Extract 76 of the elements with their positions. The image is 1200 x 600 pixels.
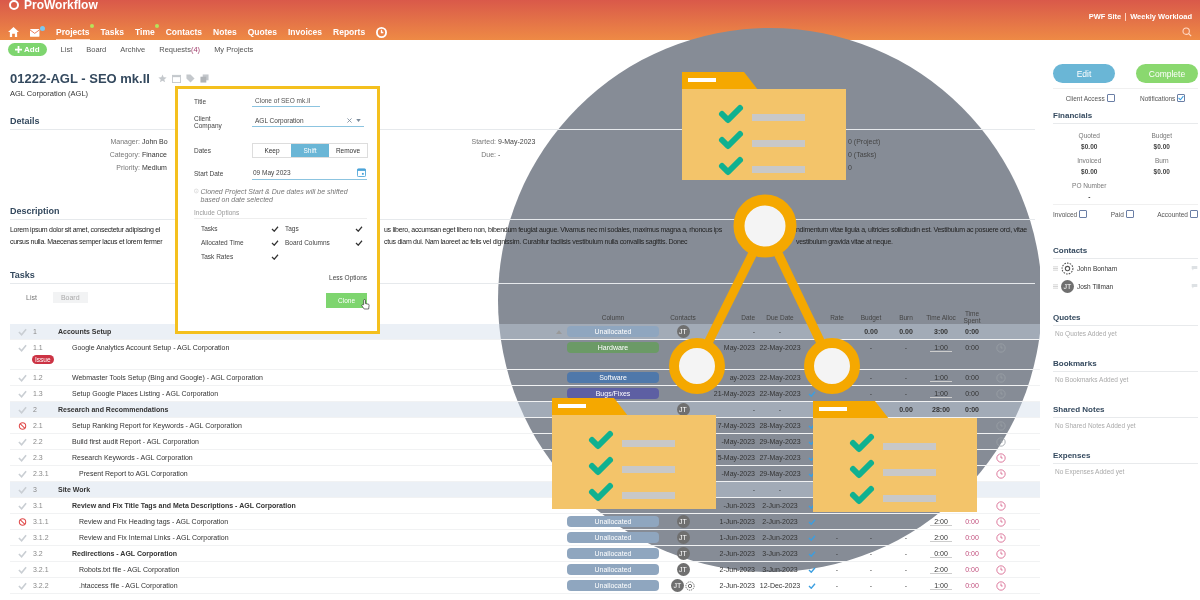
check-icon[interactable] (18, 453, 27, 462)
section-heading: Shared Notes (1053, 405, 1198, 418)
section-heading: Expenses (1053, 451, 1198, 464)
chat-bubble-icon[interactable] (1191, 265, 1198, 271)
check-icon[interactable] (18, 581, 27, 590)
calendar-icon[interactable] (357, 168, 366, 177)
clock-icon[interactable] (996, 532, 1006, 543)
search-icon[interactable] (1182, 27, 1192, 37)
clock-icon[interactable] (996, 548, 1006, 559)
clock-icon[interactable] (996, 436, 1006, 447)
clock-icon[interactable] (996, 468, 1006, 479)
tag-icon[interactable] (185, 74, 195, 83)
check-icon[interactable] (18, 501, 27, 510)
caret-icon[interactable] (356, 119, 361, 122)
clock-icon[interactable] (996, 500, 1006, 511)
checklist-folder-icon (813, 401, 977, 512)
option-checkmark[interactable] (271, 239, 279, 246)
nav-item[interactable]: Quotes (247, 24, 277, 40)
nav-item[interactable]: Time (135, 24, 155, 40)
info-icon (194, 188, 199, 194)
checklist-folder-icon (552, 398, 716, 509)
check-icon[interactable] (18, 565, 27, 574)
option-checkmark[interactable] (355, 239, 363, 246)
check-icon[interactable] (18, 405, 27, 414)
checkbox[interactable] (1125, 210, 1134, 218)
blocked-icon[interactable] (18, 517, 27, 526)
clock-icon[interactable] (996, 516, 1006, 527)
nav-item[interactable]: Tasks (100, 24, 125, 40)
drag-handle-icon[interactable] (1053, 265, 1058, 271)
clock-icon[interactable] (996, 452, 1006, 463)
check-icon[interactable] (18, 389, 27, 398)
nav-item[interactable]: Contacts (165, 24, 203, 40)
node-ring (733, 194, 797, 258)
hand-pointer-icon (361, 299, 370, 311)
nav-item[interactable]: Projects (56, 24, 90, 40)
check-icon[interactable] (18, 533, 27, 542)
gear-avatar-icon (1061, 261, 1074, 275)
check-icon[interactable] (18, 469, 27, 478)
plus-icon (15, 45, 22, 53)
option-checkmark[interactable] (271, 225, 279, 232)
drag-handle-icon[interactable] (1053, 283, 1058, 289)
checkbox[interactable] (1190, 210, 1198, 218)
nav-item[interactable]: Notes (213, 24, 237, 40)
section-heading: Quotes (1053, 313, 1198, 326)
check-icon[interactable] (18, 343, 27, 352)
collapse-caret-icon[interactable] (556, 329, 562, 334)
home-icon[interactable] (8, 27, 19, 37)
chat-bubble-icon[interactable] (1191, 283, 1198, 289)
star-icon[interactable] (157, 74, 167, 83)
gear-avatar-icon[interactable] (685, 580, 695, 591)
gear-logo-icon (8, 0, 20, 11)
checkbox[interactable] (1177, 94, 1186, 102)
nav-item[interactable]: Invoices (288, 24, 323, 40)
option-checkmark[interactable] (355, 225, 363, 232)
check-icon[interactable] (18, 485, 27, 494)
calendar-icon[interactable] (171, 74, 181, 83)
clock-icon[interactable] (996, 580, 1006, 591)
checkbox[interactable] (1106, 94, 1115, 102)
section-heading: Bookmarks (1053, 359, 1198, 372)
clock-icon[interactable] (996, 564, 1006, 575)
section-heading: Contacts (1053, 246, 1198, 259)
app-logo[interactable]: ProWorkflow (24, 0, 98, 12)
project-title: 01222-AGL - SEO mk.II (10, 71, 150, 86)
checklist-folder-icon (682, 72, 846, 180)
checkbox[interactable] (1079, 210, 1088, 218)
nav-item[interactable]: Reports (333, 24, 366, 40)
section-heading: Financials (1053, 111, 1198, 124)
check-icon[interactable] (18, 437, 27, 446)
mail-icon[interactable] (30, 27, 45, 37)
clear-icon[interactable] (347, 118, 352, 123)
check-icon[interactable] (18, 549, 27, 558)
check-icon[interactable] (18, 327, 27, 336)
option-checkmark[interactable] (271, 253, 279, 260)
check-icon[interactable] (18, 373, 27, 382)
blocked-icon[interactable] (18, 421, 27, 430)
copy-icon[interactable] (199, 74, 209, 83)
